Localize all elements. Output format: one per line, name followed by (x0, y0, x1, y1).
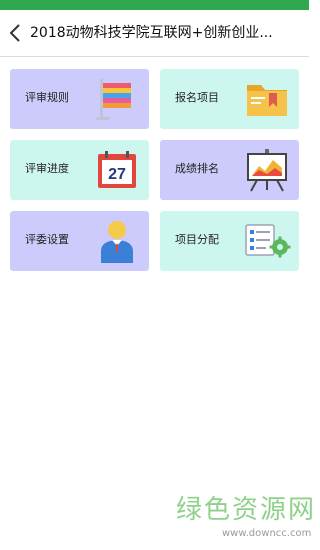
status-bar (0, 0, 309, 10)
tile-label: 评审规则 (25, 91, 69, 104)
tile-review-rules[interactable]: 评审规则 (10, 69, 149, 129)
tile-label: 报名项目 (175, 91, 219, 104)
tile-label: 项目分配 (175, 233, 219, 246)
calendar-day: 27 (108, 166, 126, 183)
tile-label: 评审进度 (25, 162, 69, 175)
tile-score-ranking[interactable]: 成绩排名 (160, 140, 299, 200)
tile-label: 成绩排名 (175, 162, 219, 175)
app-header: 2018动物科技学院互联网+创新创业... (0, 10, 309, 57)
tile-registered-projects[interactable]: 报名项目 (160, 69, 299, 129)
flag-icon (96, 79, 131, 120)
tile-judge-settings[interactable]: 评委设置 (10, 211, 149, 271)
watermark-url: www.downcc.com (222, 528, 312, 539)
tile-review-progress[interactable]: 评审进度 27 (10, 140, 149, 200)
folder-icon (247, 85, 287, 116)
tile-label: 评委设置 (25, 233, 69, 246)
back-arrow-icon[interactable] (5, 22, 27, 44)
tile-project-assignment[interactable]: 项目分配 (160, 211, 299, 271)
page-title: 2018动物科技学院互联网+创新创业... (30, 25, 273, 41)
watermark-brand: 绿色资源网 (176, 495, 317, 525)
calendar-icon: 27 (98, 151, 136, 188)
list-settings-icon (245, 224, 291, 258)
judge-person-icon (101, 221, 133, 263)
presentation-chart-icon (247, 149, 287, 192)
